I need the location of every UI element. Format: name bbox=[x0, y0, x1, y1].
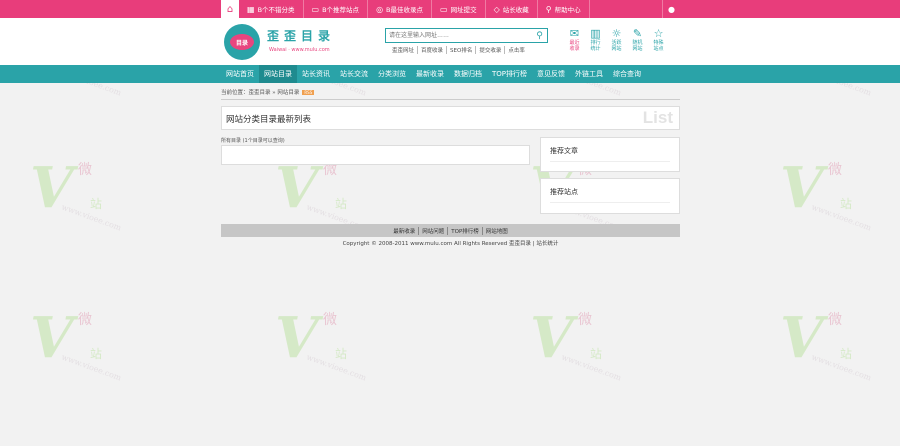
footer-link[interactable]: 网站问题 bbox=[419, 226, 449, 235]
nav-item[interactable]: 网站目录 bbox=[259, 65, 297, 83]
nav-item[interactable]: 意见反馈 bbox=[532, 65, 570, 83]
watermark: V微站www.vioee.com bbox=[530, 305, 623, 383]
watermark: V微站www.vioee.com bbox=[30, 155, 123, 233]
copyright: Copyright © 2008-2011 www.mulu.com All R… bbox=[342, 241, 559, 247]
home-icon[interactable]: ⌂ bbox=[221, 0, 239, 18]
footer-nav: 最新收录 网站问题 TOP排行榜 网站地图 bbox=[221, 224, 680, 237]
watermark: V微站www.vioee.com bbox=[780, 305, 873, 383]
quick-link-random[interactable]: ✎ 随机 网站 bbox=[627, 27, 648, 52]
quick-link-recent[interactable]: ✉ 最近 收录 bbox=[564, 27, 585, 52]
hot-link[interactable]: 百度收录 bbox=[418, 46, 448, 54]
logo-subtitle: Waiwai · www.mulu.com bbox=[269, 47, 330, 53]
search-box: ⚲ bbox=[385, 28, 548, 43]
nav-item[interactable]: 数据归档 bbox=[449, 65, 487, 83]
window-icon: ▭ bbox=[311, 4, 320, 14]
page-title-en: List bbox=[642, 108, 673, 127]
logo-title[interactable]: 歪歪目录 bbox=[267, 27, 335, 44]
bar-chart-icon: ▥ bbox=[590, 27, 601, 40]
quick-links: ✉ 最近 收录 ▥ 排行 统计 ☼ 活跃 网站 ✎ 随机 网站 ☆ 特殊 站点 bbox=[564, 27, 669, 52]
quick-link-stats[interactable]: ▥ 排行 统计 bbox=[585, 27, 606, 52]
star-icon: ☆ bbox=[653, 27, 664, 40]
footer-link[interactable]: 网站地图 bbox=[483, 227, 511, 235]
recommended-sites-box: 推荐站点 bbox=[540, 178, 680, 214]
nav-item[interactable]: TOP排行榜 bbox=[487, 65, 532, 83]
hot-links: 歪歪网址 百度收录 SEO排名 提交收录 点击率 bbox=[389, 46, 528, 54]
nav-item[interactable]: 外链工具 bbox=[570, 65, 608, 83]
watermark: V微站www.vioee.com bbox=[275, 305, 368, 383]
target-icon: ◎ bbox=[376, 4, 384, 14]
hot-link[interactable]: SEO排名 bbox=[447, 46, 477, 54]
quick-link-active[interactable]: ☼ 活跃 网站 bbox=[606, 27, 627, 52]
divider bbox=[550, 161, 670, 162]
top-link-categories[interactable]: ▦ B个不错分类 bbox=[239, 0, 304, 18]
top-link-submit[interactable]: ▭ 网址提交 bbox=[432, 0, 486, 18]
nav-item[interactable]: 站长资讯 bbox=[297, 65, 335, 83]
top-link-favorites[interactable]: ◇ 站长收藏 bbox=[486, 0, 538, 18]
hot-link[interactable]: 提交收录 bbox=[476, 46, 506, 54]
main-nav-items: 网站首页 网站目录 站长资讯 站长交流 分类浏览 最新收录 数据归档 TOP排行榜 意见反馈 外链… bbox=[221, 65, 680, 83]
recommended-articles-box: 推荐文章 bbox=[540, 137, 680, 172]
rss-badge[interactable]: RSS bbox=[302, 89, 315, 95]
breadcrumb-text: 当前位置：歪歪目录 » 网站目录 bbox=[221, 90, 300, 96]
box-title: 推荐文章 bbox=[550, 147, 578, 155]
top-link-help[interactable]: ⚲ 帮助中心 bbox=[538, 0, 590, 18]
top-link-recommended[interactable]: ▭ B个推荐站点 bbox=[304, 0, 369, 18]
top-link-best[interactable]: ◎ B最佳收录点 bbox=[368, 0, 433, 18]
list-title-bar: 网站分类目录最新列表 List bbox=[221, 106, 680, 130]
monitor-icon: ▭ bbox=[440, 4, 448, 14]
search-icon: ⚲ bbox=[545, 4, 552, 14]
breadcrumb: 当前位置：歪歪目录 » 网站目录 RSS bbox=[221, 88, 315, 96]
footer-link[interactable]: 最新收录 bbox=[390, 226, 420, 235]
watermark: V微站www.vioee.com bbox=[780, 155, 873, 233]
shield-icon: ◇ bbox=[493, 4, 500, 14]
bulb-icon: ☼ bbox=[611, 27, 622, 40]
box-title: 推荐站点 bbox=[550, 188, 578, 196]
nav-item[interactable]: 分类浏览 bbox=[373, 65, 411, 83]
watermark: V微站www.vioee.com bbox=[30, 305, 123, 383]
directory-label: 所有目录 (1个目录可以查询) bbox=[221, 138, 285, 144]
hot-link[interactable]: 点击率 bbox=[505, 46, 528, 54]
search-icon: ⚲ bbox=[536, 30, 543, 41]
search-input[interactable] bbox=[386, 29, 531, 42]
nav-item[interactable]: 最新收录 bbox=[411, 65, 449, 83]
mail-icon: ✉ bbox=[569, 27, 580, 40]
page-title: 网站分类目录最新列表 bbox=[226, 115, 312, 125]
logo-icon[interactable]: 目录 bbox=[224, 24, 260, 60]
grid-icon: ▦ bbox=[247, 4, 255, 14]
hot-link[interactable]: 歪歪网址 bbox=[389, 46, 419, 54]
nav-item[interactable]: 网站首页 bbox=[221, 65, 259, 83]
divider bbox=[221, 99, 680, 100]
pencil-icon: ✎ bbox=[632, 27, 643, 40]
directory-list bbox=[221, 145, 530, 165]
main-nav: 网站首页 网站目录 站长资讯 站长交流 分类浏览 最新收录 数据归档 TOP排行榜 意见反馈 外链… bbox=[0, 65, 900, 83]
nav-item[interactable]: 综合查询 bbox=[608, 65, 646, 83]
quick-link-special[interactable]: ☆ 特殊 站点 bbox=[648, 27, 669, 52]
search-button[interactable]: ⚲ bbox=[532, 29, 547, 42]
user-icon[interactable]: ● bbox=[662, 0, 680, 18]
top-nav: ⌂ ▦ B个不错分类 ▭ B个推荐站点 ◎ B最佳收录点 ▭ 网址提交 ◇ 站长收藏 ⚲ 帮… bbox=[221, 0, 680, 18]
footer-link[interactable]: TOP排行榜 bbox=[448, 226, 483, 235]
nav-item[interactable]: 站长交流 bbox=[335, 65, 373, 83]
divider bbox=[550, 202, 670, 203]
